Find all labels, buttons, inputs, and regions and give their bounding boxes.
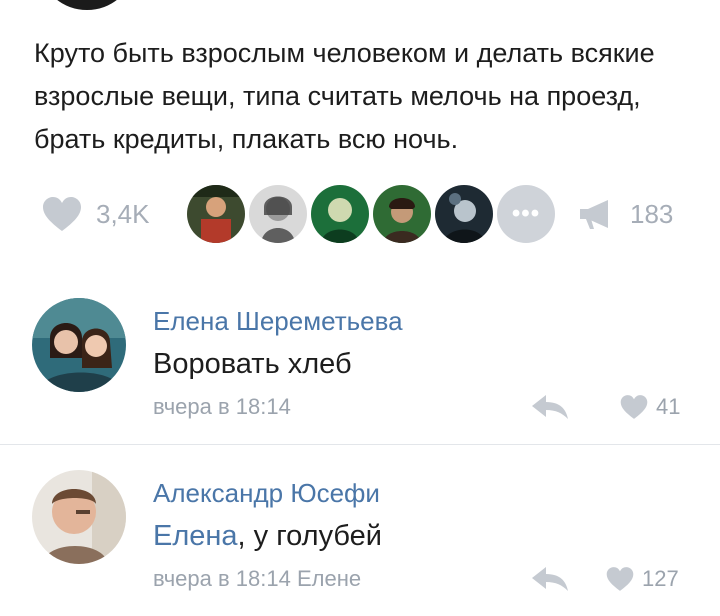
comment-item: Александр Юсефи Елена, у голубей вчера в… (0, 470, 720, 616)
post-like-count: 3,4K (96, 198, 150, 229)
post-author-avatar[interactable] (42, 0, 132, 10)
comment-text: Елена, у голубей (153, 520, 382, 553)
post-like-button[interactable]: 3,4K (42, 196, 150, 232)
comment-like-count: 127 (642, 566, 679, 591)
comment-like-button[interactable]: 41 (620, 394, 680, 420)
heart-icon (620, 395, 648, 419)
repost-button[interactable]: 183 (578, 198, 673, 230)
comment-like-count: 41 (656, 394, 681, 419)
megaphone-icon (580, 200, 608, 229)
repost-count: 183 (630, 198, 674, 229)
likers-avatars[interactable]: ••• (187, 185, 555, 243)
comment-timestamp: вчера в 18:14 (153, 394, 291, 419)
post-text: Круто быть взрослым человеком и делать в… (34, 38, 655, 154)
comment-author-name[interactable]: Александр Юсефи (153, 478, 380, 509)
comment-timestamp: вчера в 18:14 Елене (153, 566, 362, 591)
heart-icon (606, 567, 634, 591)
comment-author-avatar[interactable] (32, 298, 126, 392)
comment-divider (0, 444, 720, 445)
liker-avatar[interactable] (311, 185, 369, 243)
comment-author-name[interactable]: Елена Шереметьева (153, 306, 403, 337)
comment-author-avatar[interactable] (32, 470, 126, 564)
comment-item: Елена Шереметьева Воровать хлеб вчера в … (0, 298, 720, 444)
heart-icon (43, 197, 81, 231)
comment-body: Воровать хлеб (153, 348, 352, 380)
comment-body: , у голубей (237, 520, 383, 552)
comment-mention-link[interactable]: Елена (153, 520, 238, 552)
reply-icon[interactable] (530, 565, 570, 593)
liker-avatar[interactable] (435, 185, 493, 243)
more-likers-button[interactable]: ••• (497, 185, 555, 243)
reply-icon[interactable] (530, 393, 570, 421)
comment-text: Воровать хлеб (153, 348, 352, 381)
post-actions-bar: 3,4K ••• 183 (0, 180, 720, 248)
liker-avatar[interactable] (373, 185, 431, 243)
comment-like-button[interactable]: 127 (606, 566, 679, 592)
liker-avatar[interactable] (187, 185, 245, 243)
liker-avatar[interactable] (249, 185, 307, 243)
